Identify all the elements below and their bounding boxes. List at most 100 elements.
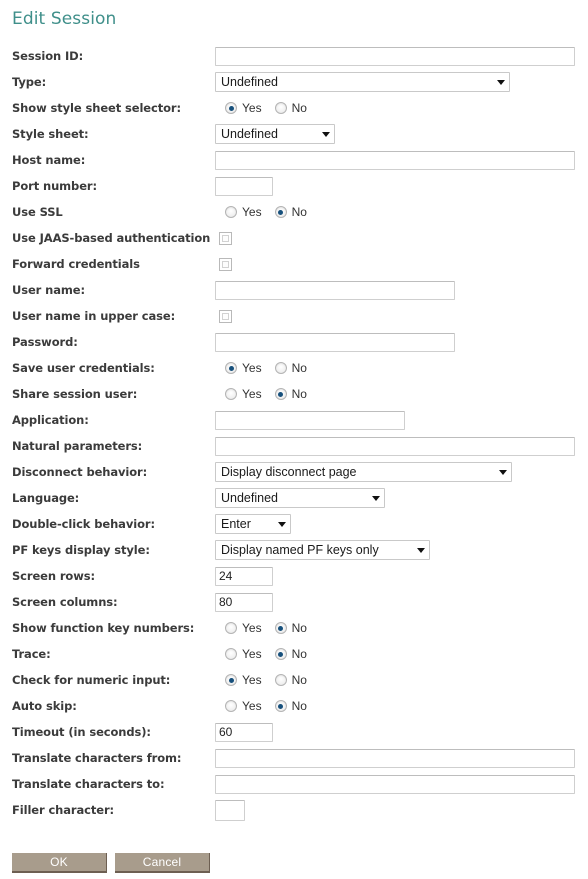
use-ssl-yes[interactable]: Yes (225, 205, 262, 219)
translate-from-input[interactable] (215, 748, 575, 768)
save-user-credentials-yes[interactable]: Yes (225, 361, 262, 375)
translate-to-input[interactable] (215, 774, 575, 794)
user-name-input[interactable] (215, 280, 455, 300)
auto-skip-no[interactable]: No (274, 699, 307, 713)
field-session-id (215, 46, 588, 66)
trace-no[interactable]: No (274, 647, 307, 661)
share-session-user-radio-group: Yes No (215, 387, 320, 401)
radio-label: Yes (242, 647, 262, 661)
row-check-numeric-input: Check for numeric input: Yes No (0, 667, 588, 693)
type-select[interactable]: Undefined (215, 72, 510, 92)
row-save-user-credentials: Save user credentials: Yes No (0, 355, 588, 381)
button-bar: OK Cancel (0, 853, 588, 873)
label-language: Language: (12, 491, 80, 505)
show-style-sheet-selector-no[interactable]: No (274, 101, 307, 115)
chevron-down-icon (497, 79, 505, 85)
session-id-input[interactable] (215, 46, 575, 66)
auto-skip-radio-group: Yes No (215, 699, 320, 713)
double-click-behavior-select[interactable]: Enter (215, 514, 291, 534)
radio-label: Yes (242, 101, 262, 115)
label-session-id: Session ID: (12, 49, 84, 63)
label-application: Application: (12, 413, 89, 427)
chevron-down-icon (499, 469, 507, 475)
field-disconnect-behavior: Display disconnect page (215, 462, 588, 482)
natural-parameters-input[interactable] (215, 436, 575, 456)
forward-credentials-checkbox-wrap (215, 257, 232, 271)
language-select[interactable]: Undefined (215, 488, 385, 508)
screen-rows-input[interactable] (215, 566, 273, 586)
host-name-input[interactable] (215, 150, 575, 170)
field-save-user-credentials: Yes No (215, 361, 588, 375)
show-style-sheet-selector-yes[interactable]: Yes (225, 101, 262, 115)
disconnect-behavior-select-value: Display disconnect page (221, 465, 357, 479)
use-ssl-no[interactable]: No (274, 205, 307, 219)
filler-character-input[interactable] (215, 799, 245, 821)
show-function-key-numbers-radio-group: Yes No (215, 621, 320, 635)
label-user-name-upper: User name in upper case: (12, 309, 176, 323)
row-disconnect-behavior: Disconnect behavior: Display disconnect … (0, 459, 588, 485)
save-user-credentials-no[interactable]: No (274, 361, 307, 375)
pf-keys-display-style-select-value: Display named PF keys only (221, 543, 379, 557)
show-function-key-numbers-no[interactable]: No (274, 621, 307, 635)
show-function-key-numbers-yes[interactable]: Yes (225, 621, 262, 635)
use-jaas-checkbox[interactable] (219, 231, 232, 245)
field-screen-rows (215, 566, 588, 586)
label-style-sheet: Style sheet: (12, 127, 89, 141)
radio-label: No (291, 699, 307, 713)
check-numeric-input-yes[interactable]: Yes (225, 673, 262, 687)
timeout-input[interactable] (215, 722, 273, 742)
label-show-style-sheet-selector: Show style sheet selector: (12, 101, 181, 115)
port-number-input[interactable] (215, 176, 273, 196)
trace-radio-group: Yes No (215, 647, 320, 661)
field-timeout (215, 722, 588, 742)
label-type: Type: (12, 75, 47, 89)
radio-icon (225, 648, 237, 660)
row-type: Type: Undefined (0, 69, 588, 95)
row-show-style-sheet-selector: Show style sheet selector: Yes No (0, 95, 588, 121)
trace-yes[interactable]: Yes (225, 647, 262, 661)
field-type: Undefined (215, 72, 588, 92)
label-filler-character: Filler character: (12, 803, 115, 817)
row-language: Language: Undefined (0, 485, 588, 511)
radio-icon (225, 362, 237, 374)
double-click-behavior-select-value: Enter (221, 517, 251, 531)
field-use-ssl: Yes No (215, 205, 588, 219)
chevron-down-icon (417, 547, 425, 553)
cancel-button[interactable]: Cancel (115, 853, 210, 873)
field-show-function-key-numbers: Yes No (215, 621, 588, 635)
field-share-session-user: Yes No (215, 387, 588, 401)
application-input[interactable] (215, 410, 405, 430)
password-input[interactable] (215, 332, 455, 352)
row-host-name: Host name: (0, 147, 588, 173)
radio-icon (225, 388, 237, 400)
show-style-sheet-selector-radio-group: Yes No (215, 101, 320, 115)
field-translate-from (215, 748, 588, 768)
auto-skip-yes[interactable]: Yes (225, 699, 262, 713)
screen-columns-input[interactable] (215, 592, 273, 612)
label-pf-keys-display-style: PF keys display style: (12, 543, 150, 557)
row-use-jaas: Use JAAS-based authentication (0, 225, 588, 251)
pf-keys-display-style-select[interactable]: Display named PF keys only (215, 540, 430, 560)
share-session-user-yes[interactable]: Yes (225, 387, 262, 401)
session-form: Session ID: Type: Undefined Show style s… (0, 43, 588, 823)
radio-label: No (291, 101, 307, 115)
row-timeout: Timeout (in seconds): (0, 719, 588, 745)
share-session-user-no[interactable]: No (274, 387, 307, 401)
save-user-credentials-radio-group: Yes No (215, 361, 320, 375)
type-select-value: Undefined (221, 75, 278, 89)
label-save-user-credentials: Save user credentials: (12, 361, 155, 375)
label-translate-to: Translate characters to: (12, 777, 165, 791)
row-user-name-upper: User name in upper case: (0, 303, 588, 329)
disconnect-behavior-select[interactable]: Display disconnect page (215, 462, 512, 482)
check-numeric-input-no[interactable]: No (274, 673, 307, 687)
label-password: Password: (12, 335, 78, 349)
row-share-session-user: Share session user: Yes No (0, 381, 588, 407)
radio-label: Yes (242, 673, 262, 687)
label-show-function-key-numbers: Show function key numbers: (12, 621, 195, 635)
radio-label: Yes (242, 387, 262, 401)
style-sheet-select[interactable]: Undefined (215, 124, 335, 144)
row-filler-character: Filler character: (0, 797, 588, 823)
ok-button[interactable]: OK (12, 853, 107, 873)
forward-credentials-checkbox[interactable] (219, 257, 232, 271)
user-name-upper-checkbox[interactable] (219, 309, 232, 323)
